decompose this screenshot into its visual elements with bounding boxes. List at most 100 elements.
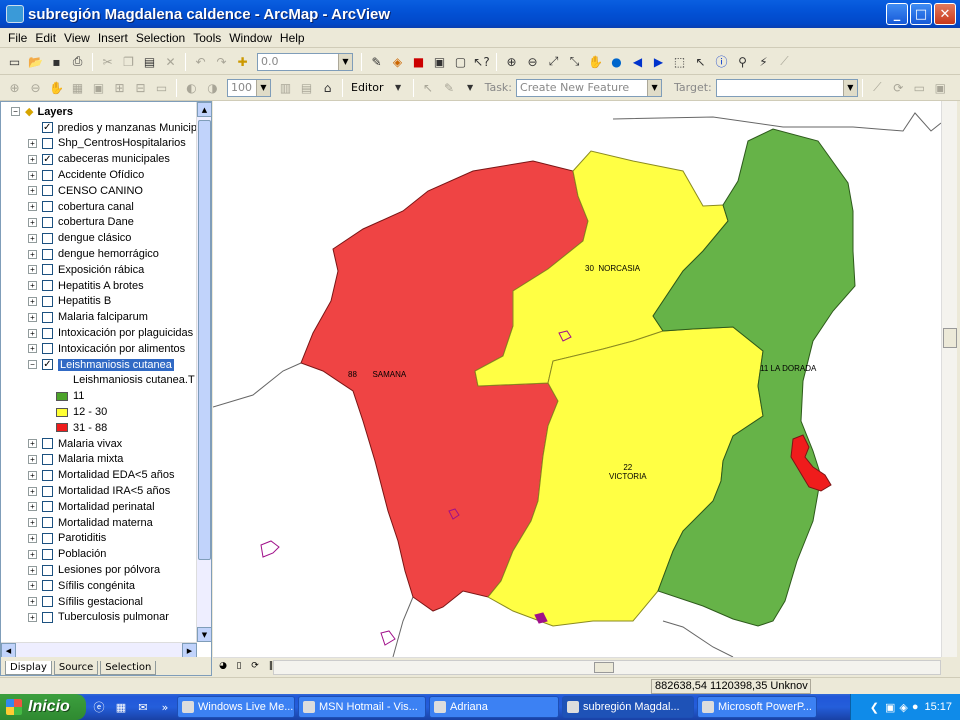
expand-icon[interactable]: +: [28, 186, 37, 196]
expand-icon[interactable]: +: [28, 344, 37, 354]
tray-back-icon[interactable]: ❮: [870, 701, 879, 714]
menu-tools[interactable]: Tools: [189, 31, 225, 45]
page-icon[interactable]: ▭: [152, 78, 171, 97]
expand-icon[interactable]: +: [28, 597, 37, 607]
tab-source[interactable]: Source: [53, 661, 99, 675]
chevron-down-icon[interactable]: ▼: [461, 78, 480, 97]
layer-visibility-checkbox[interactable]: [42, 248, 53, 260]
expand-icon[interactable]: +: [28, 217, 37, 227]
open-icon[interactable]: 📂: [26, 52, 45, 71]
sketch-properties-icon[interactable]: ▣: [931, 78, 950, 97]
toc-layer[interactable]: + Malaria falciparum: [1, 309, 197, 325]
paste-icon[interactable]: ▤: [140, 52, 159, 71]
layer-visibility-checkbox[interactable]: [42, 469, 53, 481]
layer-visibility-checkbox[interactable]: ✓: [42, 153, 53, 165]
scroll-track[interactable]: [273, 660, 941, 675]
pan-layout-icon[interactable]: ✋: [47, 78, 66, 97]
layer-visibility-checkbox[interactable]: [42, 485, 53, 497]
layer-visibility-checkbox[interactable]: [42, 532, 53, 544]
layer-visibility-checkbox[interactable]: [42, 137, 53, 149]
expand-icon[interactable]: +: [28, 312, 37, 322]
menu-view[interactable]: View: [60, 31, 94, 45]
zoom-whole-page-icon[interactable]: ▦: [68, 78, 87, 97]
toc-layer[interactable]: + Hepatitis A brotes: [1, 278, 197, 294]
zoom-100-icon[interactable]: ▣: [89, 78, 108, 97]
expand-icon[interactable]: +: [28, 502, 37, 512]
zoom-percent-combo[interactable]: 100 ▼: [227, 78, 271, 97]
taskbar-button[interactable]: subregión Magdal...: [562, 696, 694, 718]
internet-explorer-icon[interactable]: ⓔ: [90, 698, 108, 716]
toc-layer[interactable]: + Shp_CentrosHospitalarios: [1, 136, 197, 152]
print-icon[interactable]: ⎙: [68, 52, 87, 71]
chevron-right-icon[interactable]: »: [156, 698, 174, 716]
expand-icon[interactable]: +: [28, 454, 37, 464]
layer-visibility-checkbox[interactable]: [42, 501, 53, 513]
toc-layer[interactable]: + Sífilis gestacional: [1, 594, 197, 610]
tab-display[interactable]: Display: [5, 661, 52, 675]
toc-layer[interactable]: + Malaria mixta: [1, 452, 197, 468]
chevron-down-icon[interactable]: ▼: [842, 79, 857, 96]
command-line-icon[interactable]: ▣: [430, 52, 449, 71]
expand-icon[interactable]: +: [28, 328, 37, 338]
toc-layer[interactable]: + CENSO CANINO: [1, 183, 197, 199]
pan-icon[interactable]: ✋: [586, 52, 605, 71]
measure-icon[interactable]: ⟋: [775, 52, 794, 71]
clock[interactable]: 15:17: [924, 701, 952, 713]
delete-icon[interactable]: ✕: [161, 52, 180, 71]
hyperlink-icon[interactable]: ⚡: [754, 52, 773, 71]
layer-visibility-checkbox[interactable]: [42, 438, 53, 450]
zoom-out-icon[interactable]: ⊖: [523, 52, 542, 71]
select-features-icon[interactable]: ⬚: [670, 52, 689, 71]
chevron-down-icon[interactable]: ▼: [338, 53, 352, 70]
scroll-right-icon[interactable]: ▶: [182, 643, 197, 658]
network-icon[interactable]: ▣: [885, 701, 895, 714]
zoom-out-layout-icon[interactable]: ⊖: [26, 78, 45, 97]
expand-icon[interactable]: +: [28, 154, 37, 164]
toc-layer[interactable]: + dengue clásico: [1, 230, 197, 246]
layer-visibility-checkbox[interactable]: [42, 611, 53, 623]
taskbar-button[interactable]: Windows Live Me...: [177, 696, 295, 718]
select-elements-icon[interactable]: ↖: [691, 52, 710, 71]
collapse-icon[interactable]: −: [28, 360, 37, 370]
fixed-zoom-in-icon[interactable]: ⤢: [544, 52, 563, 71]
data-view-icon[interactable]: ◕: [217, 661, 229, 673]
scroll-thumb[interactable]: [198, 120, 211, 560]
toc-layer[interactable]: + ✓ cabeceras municipales: [1, 151, 197, 167]
legend-color-patch[interactable]: [56, 423, 68, 433]
refresh-icon[interactable]: ⟳: [249, 661, 261, 673]
menu-help[interactable]: Help: [276, 31, 309, 45]
chevron-down-icon[interactable]: ▼: [647, 79, 662, 96]
copy-icon[interactable]: ❐: [119, 52, 138, 71]
toc-layer[interactable]: + Mortalidad IRA<5 años: [1, 483, 197, 499]
task-combo[interactable]: Create New Feature ▼: [516, 78, 663, 97]
layer-visibility-checkbox[interactable]: [42, 580, 53, 592]
toc-layer[interactable]: + Sífilis congénita: [1, 578, 197, 594]
legend-color-patch[interactable]: [56, 407, 68, 417]
expand-icon[interactable]: +: [28, 565, 37, 575]
messenger-icon[interactable]: ●: [912, 701, 919, 713]
map-vertical-scrollbar[interactable]: [941, 101, 957, 657]
map-canvas[interactable]: [213, 101, 941, 657]
arctoolbox-icon[interactable]: ■: [409, 52, 428, 71]
layer-visibility-checkbox[interactable]: [42, 596, 53, 608]
toc-layer[interactable]: + Parotiditis: [1, 531, 197, 547]
toc-horizontal-scrollbar[interactable]: ◀ ▶: [1, 642, 197, 658]
menu-window[interactable]: Window: [225, 31, 276, 45]
layer-visibility-checkbox[interactable]: [42, 517, 53, 529]
zoom-in-layout-icon[interactable]: ⊕: [5, 78, 24, 97]
layer-visibility-checkbox[interactable]: ✓: [42, 359, 53, 371]
toc-layer[interactable]: + Hepatitis B: [1, 294, 197, 310]
toc-layer[interactable]: + Accidente Ofídico: [1, 167, 197, 183]
undo-icon[interactable]: ↶: [191, 52, 210, 71]
attributes-icon[interactable]: ▭: [910, 78, 929, 97]
toc-layer[interactable]: + Lesiones por pólvora: [1, 562, 197, 578]
full-extent-icon[interactable]: ●: [607, 52, 626, 71]
expand-icon[interactable]: +: [28, 612, 37, 622]
layer-visibility-checkbox[interactable]: ✓: [41, 122, 53, 134]
editor-menu[interactable]: Editor: [347, 81, 388, 94]
layer-visibility-checkbox[interactable]: [42, 169, 53, 181]
layer-visibility-checkbox[interactable]: [42, 453, 53, 465]
fixed-zoom-out-layout-icon[interactable]: ⊟: [131, 78, 150, 97]
back-icon[interactable]: ◀: [628, 52, 647, 71]
forward-extent-icon[interactable]: ◑: [203, 78, 222, 97]
